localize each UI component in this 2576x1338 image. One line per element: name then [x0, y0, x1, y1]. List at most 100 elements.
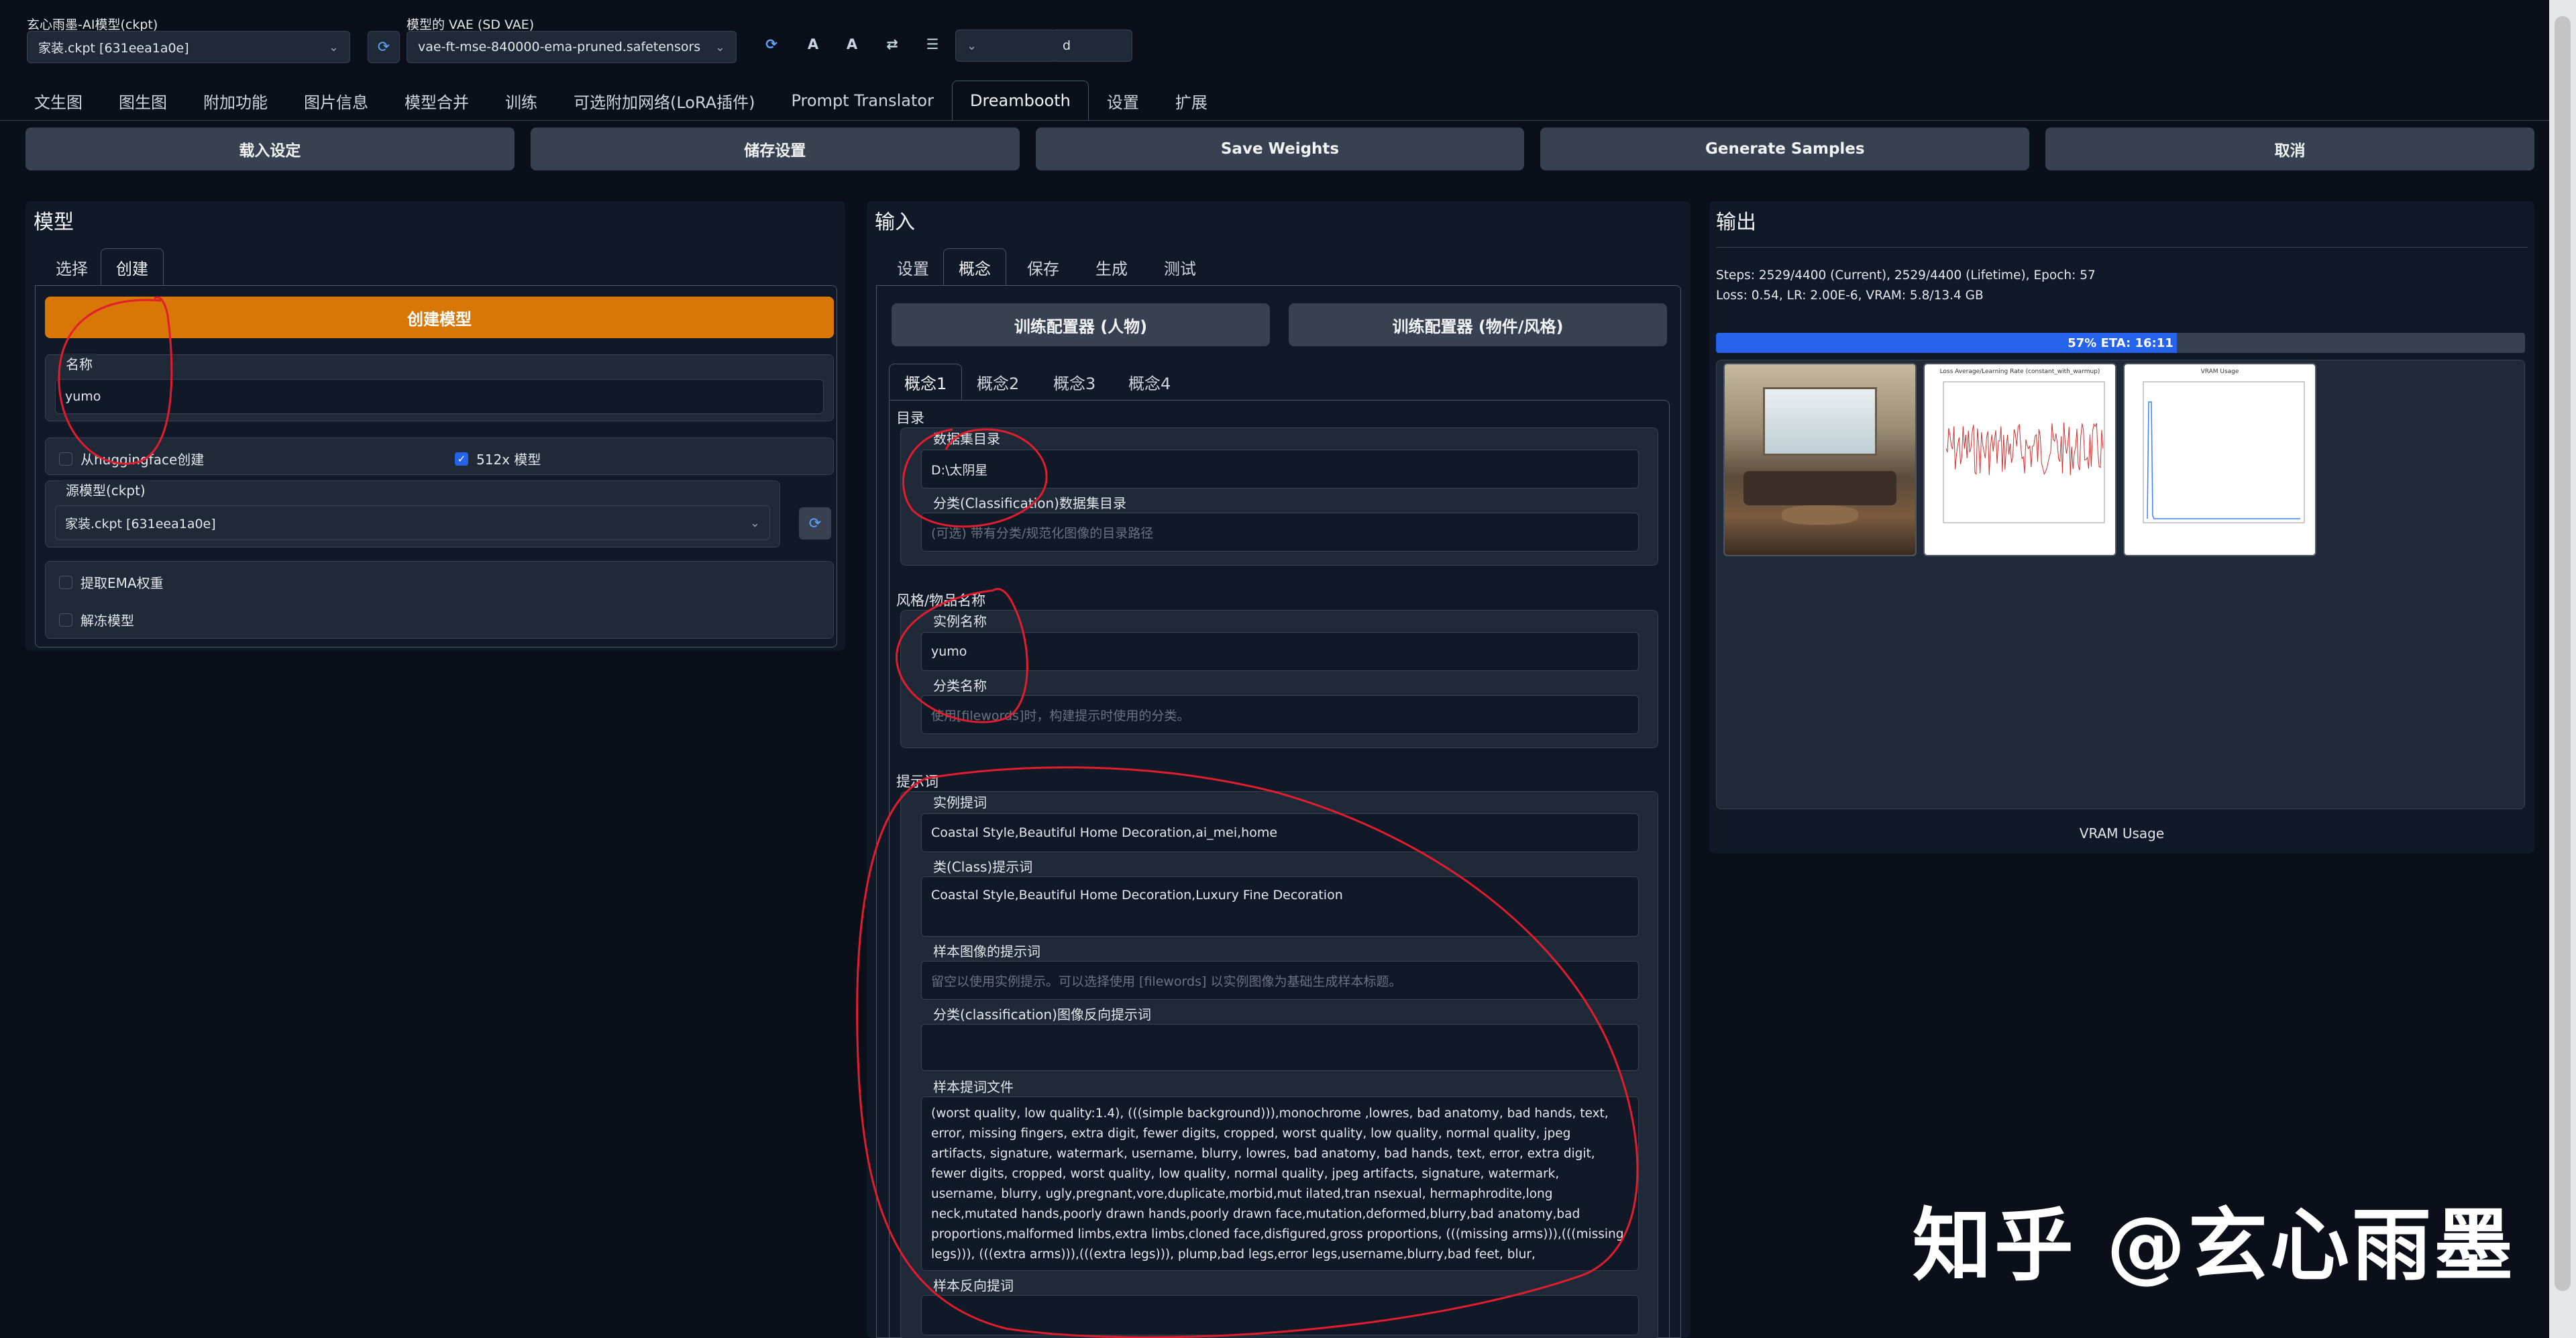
model-512x-label: 512x 模型	[476, 452, 541, 468]
refresh-checkpoint-button[interactable]: ⟳	[368, 31, 400, 63]
from-huggingface-checkbox[interactable]: 从huggingface创建	[59, 449, 204, 468]
loss-chart-title: Loss Average/Learning Rate (constant_wit…	[1939, 368, 2100, 375]
scrollbar-thumb[interactable]	[2555, 16, 2571, 1291]
sample-prompt-input[interactable]: 留空以使用实例提示。可以选择使用 [filewords] 以实例图像为基础生成样…	[921, 961, 1639, 1000]
font-size-small-button[interactable]: A	[798, 30, 828, 59]
room-sofa	[1743, 471, 1896, 506]
tab-concept-2[interactable]: 概念2	[961, 364, 1034, 400]
loss-chart-plot	[1943, 381, 2105, 523]
tab-lora[interactable]: 可选附加网络(LoRA插件)	[555, 81, 773, 121]
vae-dropdown[interactable]: vae-ft-mse-840000-ema-pruned.safetensors…	[407, 31, 737, 63]
room-table	[1782, 505, 1858, 525]
save-settings-button[interactable]: 储存设置	[530, 127, 1020, 170]
text-size-icon: A	[807, 36, 819, 52]
cancel-button[interactable]: 取消	[2045, 127, 2534, 170]
extra-dropdown[interactable]: ⌄	[955, 30, 1056, 62]
extra-input[interactable]: d	[1052, 30, 1132, 62]
trainer-person-button[interactable]: 训练配置器 (人物)	[892, 303, 1270, 346]
checkmark-icon: ✓	[455, 452, 468, 466]
instance-name-label: 实例名称	[929, 611, 991, 630]
tab-settings[interactable]: 设置	[1089, 81, 1157, 121]
dataset-dir-label: 数据集目录	[929, 428, 1004, 448]
class-name-label: 分类名称	[929, 675, 991, 694]
tab-input-generate[interactable]: 生成	[1080, 248, 1143, 286]
tab-extras[interactable]: 附加功能	[185, 81, 286, 121]
tabs-divider	[0, 120, 2576, 121]
tab-prompt-translator[interactable]: Prompt Translator	[773, 81, 951, 121]
tab-img2img[interactable]: 图生图	[101, 81, 185, 121]
input-panel: 输入 设置 概念 保存 生成 测试 训练配置器 (人物) 训练配置器 (物件/风…	[867, 201, 1690, 1338]
training-stats: Steps: 2529/4400 (Current), 2529/4400 (L…	[1716, 266, 2521, 306]
sample-negative-label: 样本反向提词	[929, 1275, 1018, 1294]
trainer-style-button[interactable]: 训练配置器 (物件/风格)	[1289, 303, 1667, 346]
vram-chart-plot	[2143, 381, 2305, 523]
swap-button[interactable]: ⇄	[877, 30, 907, 59]
tab-dreambooth[interactable]: Dreambooth	[951, 81, 1089, 121]
refresh-source-button[interactable]: ⟳	[799, 507, 831, 539]
create-model-button[interactable]: 创建模型	[45, 297, 834, 338]
tab-merge[interactable]: 模型合并	[386, 81, 487, 121]
refresh-icon: ⟳	[765, 36, 777, 52]
chevron-down-icon: ⌄	[749, 515, 760, 530]
generate-samples-button[interactable]: Generate Samples	[1540, 127, 2030, 170]
class-dir-label: 分类(Classification)数据集目录	[929, 493, 1130, 512]
prompt-section-title: 提示词	[896, 774, 938, 790]
chevron-down-icon: ⌄	[714, 40, 725, 54]
output-gallery: Loss Average/Learning Rate (constant_wit…	[1716, 360, 2525, 809]
create-tab-content: 创建模型 名称 yumo 从huggingface创建 ✓ 512x 模型 源模…	[35, 285, 837, 648]
checkbox-icon	[59, 613, 72, 627]
tab-txt2img[interactable]: 文生图	[16, 81, 101, 121]
loss-chart-thumbnail[interactable]: Loss Average/Learning Rate (constant_wit…	[1923, 363, 2116, 556]
sample-image-thumbnail[interactable]	[1723, 363, 1917, 556]
dataset-dir-input[interactable]: D:\太阴星	[921, 450, 1639, 488]
name-input[interactable]: yumo	[55, 379, 824, 414]
swap-icon: ⇄	[886, 36, 898, 52]
sample-negative-input[interactable]	[921, 1295, 1639, 1335]
class-prompt-input[interactable]: Coastal Style,Beautiful Home Decoration,…	[921, 876, 1639, 937]
output-panel: 输出 Steps: 2529/4400 (Current), 2529/4400…	[1709, 201, 2534, 854]
tab-model-create[interactable]: 创建	[101, 248, 164, 286]
tab-input-test[interactable]: 测试	[1148, 248, 1212, 286]
page-scrollbar[interactable]	[2549, 0, 2576, 1338]
main-tabs: 文生图 图生图 附加功能 图片信息 模型合并 训练 可选附加网络(LoRA插件)…	[16, 81, 1226, 121]
checkpoint-value: 家装.ckpt [631eea1a0e]	[38, 40, 189, 56]
source-model-dropdown[interactable]: 家装.ckpt [631eea1a0e] ⌄	[55, 505, 770, 540]
refresh-vae-button[interactable]: ⟳	[757, 30, 786, 59]
concept-1-content: 目录 数据集目录 D:\太阴星 分类(Classification)数据集目录 …	[889, 400, 1670, 1338]
unfreeze-model-label: 解冻模型	[80, 613, 134, 629]
refresh-icon: ⟳	[808, 515, 822, 532]
instance-prompt-input[interactable]: Coastal Style,Beautiful Home Decoration,…	[921, 813, 1639, 852]
save-weights-button[interactable]: Save Weights	[1035, 127, 1525, 170]
tab-input-settings[interactable]: 设置	[881, 248, 945, 286]
source-model-value: 家装.ckpt [631eea1a0e]	[65, 516, 216, 531]
settings-toggle-button[interactable]: ☰	[918, 30, 947, 59]
output-divider	[1716, 247, 2528, 248]
name-label: 名称	[62, 354, 97, 373]
tab-input-save[interactable]: 保存	[1012, 248, 1075, 286]
class-dir-input[interactable]: (可选) 带有分类/规范化图像的目录路径	[921, 513, 1639, 552]
tab-extensions[interactable]: 扩展	[1157, 81, 1226, 121]
model-panel-title: 模型	[34, 211, 74, 234]
unfreeze-model-checkbox[interactable]: 解冻模型	[59, 610, 134, 629]
class-negative-label: 分类(classification)图像反向提示词	[929, 1004, 1155, 1023]
extract-ema-checkbox[interactable]: 提取EMA权重	[59, 572, 164, 592]
class-negative-input[interactable]	[921, 1024, 1639, 1071]
tab-input-concepts[interactable]: 概念	[943, 248, 1006, 286]
model-512x-checkbox[interactable]: ✓ 512x 模型	[455, 449, 541, 468]
vram-usage-label: VRAM Usage	[2079, 825, 2165, 841]
vram-chart-title: VRAM Usage	[2200, 368, 2239, 375]
tab-train[interactable]: 训练	[487, 81, 555, 121]
font-size-large-button[interactable]: A	[837, 30, 867, 59]
vae-label: 模型的 VAE (SD VAE)	[407, 17, 535, 32]
class-name-input[interactable]: 使用[filewords]时，构建提示时使用的分类。	[921, 695, 1639, 734]
sample-template-textarea[interactable]: (worst quality, low quality:1.4), (((sim…	[921, 1096, 1639, 1271]
vram-chart-thumbnail[interactable]: VRAM Usage	[2123, 363, 2316, 556]
load-settings-button[interactable]: 载入设定	[25, 127, 515, 170]
tab-model-select[interactable]: 选择	[40, 248, 103, 286]
tab-png-info[interactable]: 图片信息	[286, 81, 386, 121]
tab-concept-3[interactable]: 概念3	[1038, 364, 1111, 400]
instance-name-input[interactable]: yumo	[921, 632, 1639, 671]
tab-concept-1[interactable]: 概念1	[889, 364, 963, 400]
tab-concept-4[interactable]: 概念4	[1113, 364, 1186, 400]
checkpoint-dropdown[interactable]: 家装.ckpt [631eea1a0e] ⌄	[27, 31, 350, 63]
